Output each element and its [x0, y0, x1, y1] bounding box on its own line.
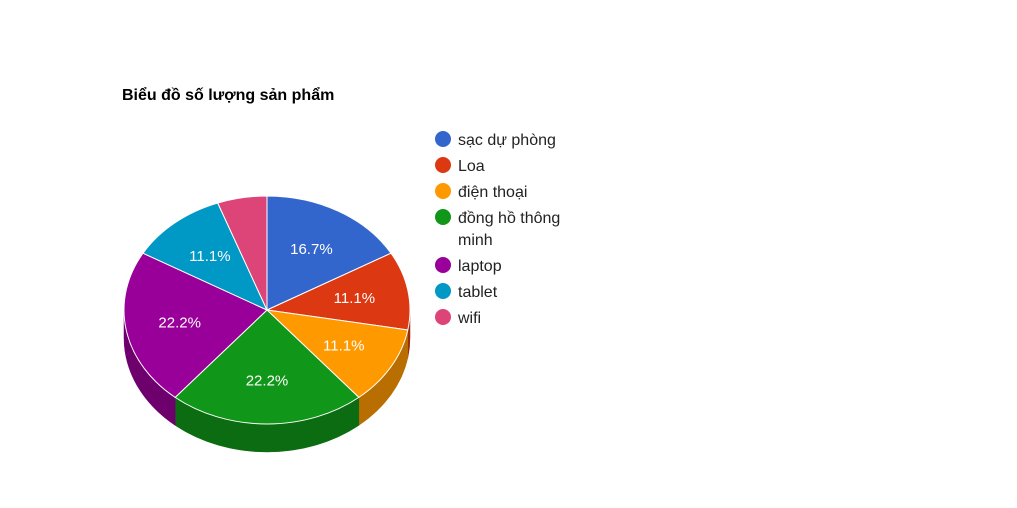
chart-legend: sạc dự phòng Loa điện thoại đồng hồ thông mi…: [435, 131, 560, 327]
pie-chart-svg: 16.7% 11.1% 11.1% 22.2% 22.2% 11.1% sạc dự phò…: [123, 131, 560, 453]
slice-label-tablet: 11.1%: [189, 248, 230, 265]
legend-item-dong-ho-thong-minh: đồng hồ thông minh: [435, 209, 560, 249]
slice-label-dien-thoai: 11.1%: [323, 337, 364, 354]
legend-label: laptop: [458, 258, 502, 275]
slice-label-sac-du-phong: 16.7%: [290, 241, 333, 258]
legend-item-loa: Loa: [435, 157, 485, 175]
legend-item-laptop: laptop: [435, 257, 502, 275]
legend-marker: [435, 257, 451, 273]
legend-label: wifi: [457, 310, 481, 327]
legend-marker: [435, 157, 451, 173]
legend-marker: [435, 283, 451, 299]
legend-label: đồng hồ thông: [458, 210, 560, 227]
legend-label: minh: [458, 232, 493, 249]
legend-marker: [435, 309, 451, 325]
legend-item-sac-du-phong: sạc dự phòng: [435, 131, 556, 149]
slice-label-laptop: 22.2%: [158, 314, 201, 331]
slice-label-loa: 11.1%: [334, 290, 375, 307]
legend-label: sạc dự phòng: [458, 132, 556, 149]
legend-marker: [435, 183, 451, 199]
legend-label: điện thoại: [458, 184, 527, 201]
legend-item-tablet: tablet: [435, 283, 498, 301]
legend-label: tablet: [458, 284, 498, 301]
slice-label-dong-ho-thong-minh: 22.2%: [246, 373, 289, 390]
pie-chart: Biểu đồ số lượng sản phẩm 16.7% 11.1% 11.1…: [0, 0, 1017, 508]
legend-item-dien-thoai: điện thoại: [435, 183, 527, 201]
legend-marker: [435, 131, 451, 147]
legend-marker: [435, 209, 451, 225]
legend-label: Loa: [458, 158, 485, 175]
legend-item-wifi: wifi: [435, 309, 481, 327]
pie-slices: [123, 195, 411, 425]
